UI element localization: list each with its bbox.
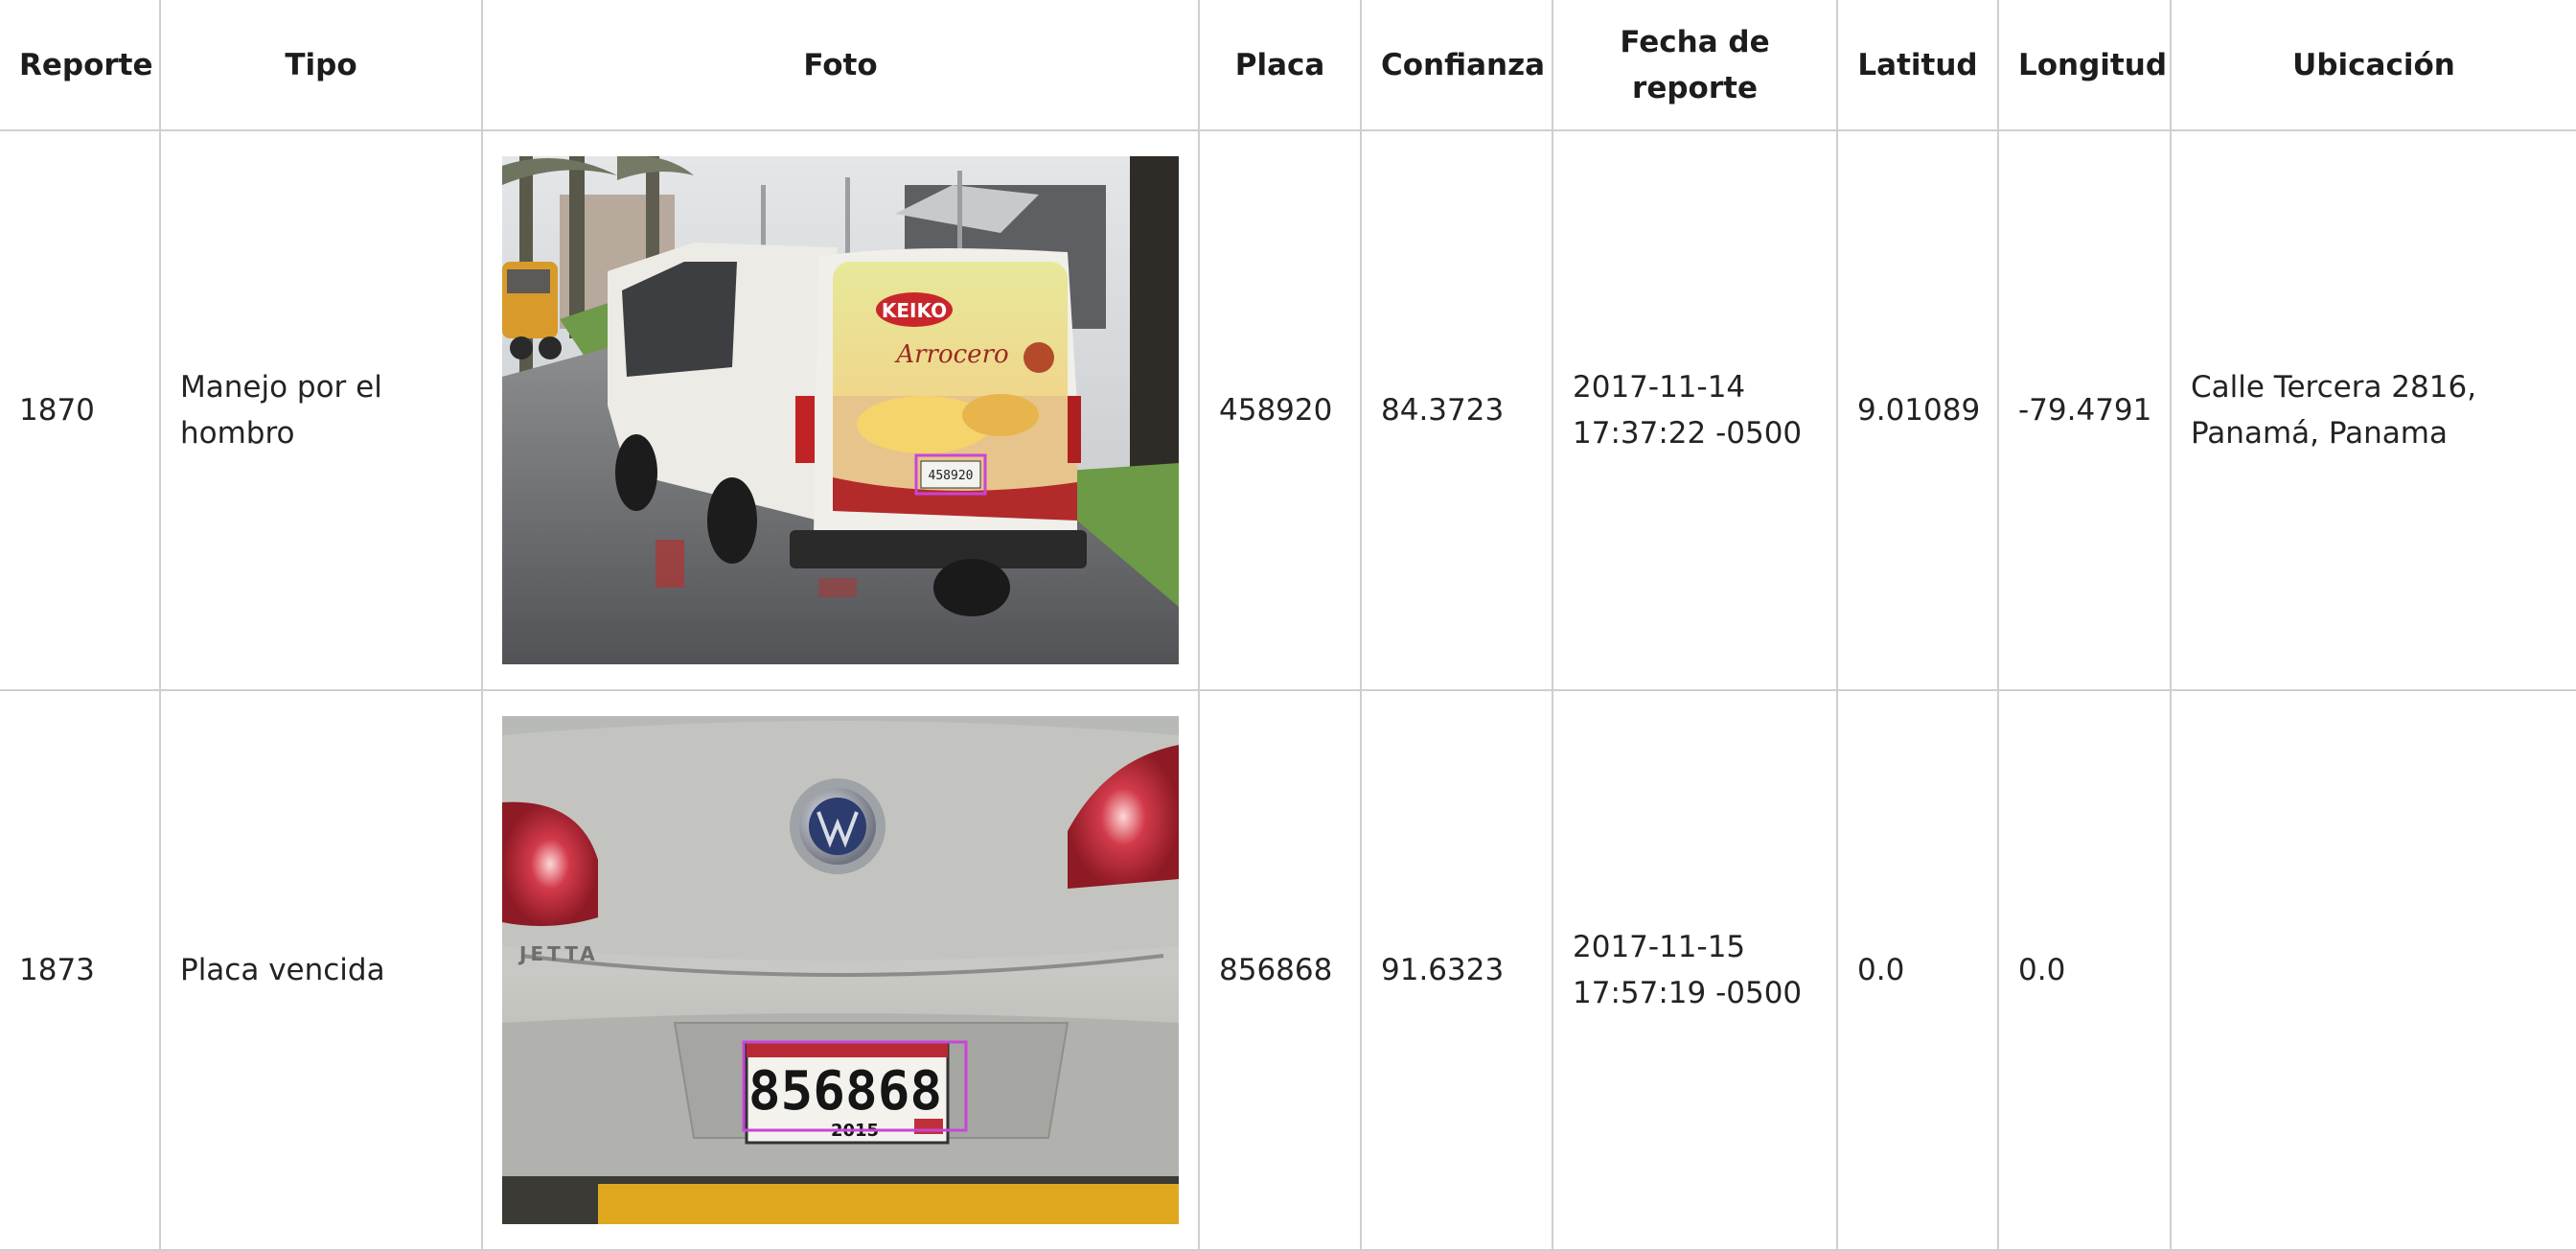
cell-longitud: 0.0 xyxy=(1997,689,2172,1251)
cell-foto: KEIKO Arrocero 458920 xyxy=(481,129,1200,691)
cell-ubicacion xyxy=(2170,689,2576,1251)
column-header-ubicacion: Ubicación xyxy=(2170,0,2576,131)
column-header-longitud: Longitud xyxy=(1997,0,2172,131)
column-header-fecha: Fecha de reporte xyxy=(1552,0,1838,131)
column-header-tipo: Tipo xyxy=(159,0,483,131)
table-row: 1873 Placa vencida JETTA 856868 2015 856… xyxy=(0,689,2576,1251)
arrocero-product-text: Arrocero xyxy=(894,340,1008,369)
cell-fecha: 2017-11-14 17:37:22 -0500 xyxy=(1552,129,1838,691)
cell-fecha: 2017-11-15 17:57:19 -0500 xyxy=(1552,689,1838,1251)
column-header-foto: Foto xyxy=(481,0,1200,131)
cell-reporte: 1873 xyxy=(0,689,161,1251)
cell-confianza: 84.3723 xyxy=(1360,129,1553,691)
header-row: Reporte Tipo Foto Placa Confianza Fecha … xyxy=(0,0,2576,131)
cell-longitud: -79.4791 xyxy=(1997,129,2172,691)
cell-placa: 856868 xyxy=(1198,689,1362,1251)
cell-latitud: 0.0 xyxy=(1836,689,1999,1251)
cell-foto: JETTA 856868 2015 xyxy=(481,689,1200,1251)
cell-latitud: 9.01089 xyxy=(1836,129,1999,691)
table-row: 1870 Manejo por el hombro KEIKO Arrocero… xyxy=(0,129,2576,691)
reports-table: Reporte Tipo Foto Placa Confianza Fecha … xyxy=(0,0,2576,1251)
keiko-logo-text: KEIKO xyxy=(882,299,947,322)
cell-confianza: 91.6323 xyxy=(1360,689,1553,1251)
van-photo[interactable]: KEIKO Arrocero 458920 xyxy=(502,156,1179,664)
van-plate-text: 458920 xyxy=(929,469,974,483)
column-header-confianza: Confianza xyxy=(1360,0,1553,131)
column-header-reporte: Reporte xyxy=(0,0,161,131)
jetta-badge-text: JETTA xyxy=(518,942,599,965)
sedan-plate-text: 856868 xyxy=(748,1060,942,1123)
cell-reporte: 1870 xyxy=(0,129,161,691)
column-header-placa: Placa xyxy=(1198,0,1362,131)
cell-tipo: Placa vencida xyxy=(159,689,483,1251)
cell-placa: 458920 xyxy=(1198,129,1362,691)
column-header-latitud: Latitud xyxy=(1836,0,1999,131)
sedan-photo[interactable]: JETTA 856868 2015 xyxy=(502,716,1179,1224)
cell-ubicacion: Calle Tercera 2816, Panamá, Panama xyxy=(2170,129,2576,691)
cell-tipo: Manejo por el hombro xyxy=(159,129,483,691)
